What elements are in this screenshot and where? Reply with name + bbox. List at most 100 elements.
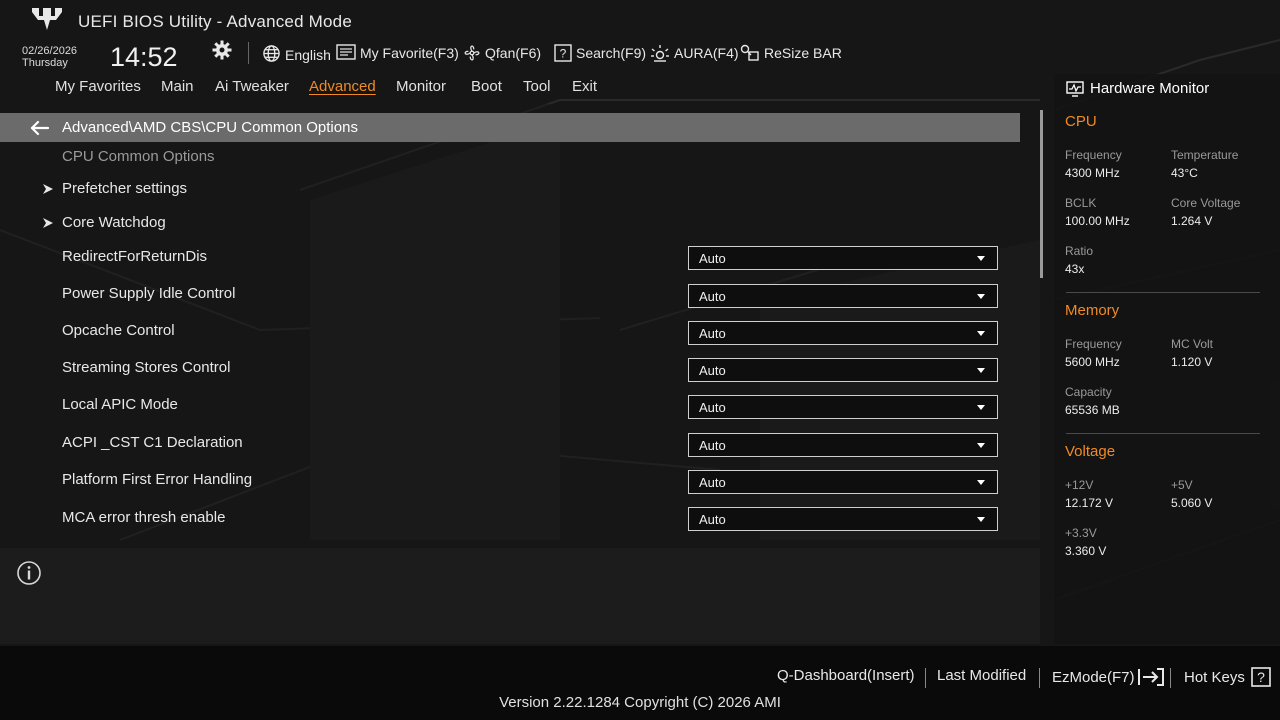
menu-tabs: My Favorites Main Ai Tweaker Advanced Mo… [0, 74, 1048, 102]
option-label: Local APIC Mode [62, 396, 178, 413]
hot-keys-button[interactable]: Hot Keys ? [1184, 667, 1271, 687]
tab-my-favorites[interactable]: My Favorites [55, 78, 141, 95]
aura-label: AURA(F4) [674, 45, 739, 61]
tab-tool[interactable]: Tool [523, 78, 551, 95]
language-button[interactable]: English [262, 42, 331, 64]
redirect-for-return-dis-select[interactable]: Auto [688, 246, 998, 270]
hot-keys-label: Hot Keys [1184, 668, 1245, 686]
power-supply-idle-control-select[interactable]: Auto [688, 284, 998, 308]
memory-frequency-value: 5600 MHz [1065, 355, 1120, 369]
scrollbar[interactable] [1040, 110, 1043, 278]
last-modified-button[interactable]: Last Modified [937, 667, 1026, 684]
submenu-prefetcher-settings[interactable]: Prefetcher settings [42, 180, 187, 197]
memory-frequency-label: Frequency [1065, 337, 1122, 351]
tab-exit[interactable]: Exit [572, 78, 597, 95]
section-divider [1066, 292, 1260, 293]
q-dashboard-button[interactable]: Q-Dashboard(Insert) [777, 667, 915, 684]
breadcrumb-bar[interactable]: Advanced\AMD CBS\CPU Common Options [0, 113, 1020, 142]
ratio-label: Ratio [1065, 244, 1094, 258]
select-value: Auto [699, 362, 726, 378]
help-question-icon: ? [1251, 667, 1271, 687]
cpu-heading: CPU [1065, 113, 1097, 130]
caret-down-icon [977, 294, 985, 299]
caret-down-icon [977, 443, 985, 448]
back-arrow-icon[interactable] [30, 120, 50, 136]
opcache-control-select[interactable]: Auto [688, 321, 998, 345]
resize-bar-icon [740, 44, 759, 61]
option-label: Platform First Error Handling [62, 471, 253, 488]
svg-text:?: ? [560, 47, 567, 61]
select-value: Auto [699, 325, 726, 341]
aura-light-icon [651, 45, 669, 62]
caret-down-icon [977, 368, 985, 373]
chevron-right-icon [43, 183, 53, 194]
option-label: Power Supply Idle Control [62, 285, 236, 302]
select-value: Auto [699, 399, 726, 415]
tab-boot[interactable]: Boot [471, 78, 502, 95]
v12-label: +12V [1065, 478, 1094, 492]
bottom-bar: Q-Dashboard(Insert) Last Modified EzMode… [0, 646, 1280, 720]
v33-label: +3.3V [1065, 526, 1097, 540]
breadcrumb: Advanced\AMD CBS\CPU Common Options [62, 119, 358, 136]
select-value: Auto [699, 437, 726, 453]
v33-value: 3.360 V [1065, 544, 1107, 558]
app-title: UEFI BIOS Utility - Advanced Mode [78, 12, 352, 31]
help-panel [0, 548, 1040, 644]
bclk-label: BCLK [1065, 196, 1097, 210]
submenu-label: Prefetcher settings [62, 180, 188, 197]
option-label: RedirectForReturnDis [62, 248, 208, 265]
search-button[interactable]: ? Search(F9) [554, 42, 646, 64]
local-apic-mode-select[interactable]: Auto [688, 395, 998, 419]
option-label: MCA error thresh enable [62, 509, 226, 526]
option-label: Streaming Stores Control [62, 359, 231, 376]
option-label: Opcache Control [62, 322, 175, 339]
option-label: ACPI _CST C1 Declaration [62, 434, 243, 451]
tab-advanced[interactable]: Advanced [309, 78, 376, 95]
core-voltage-value: 1.264 V [1171, 214, 1213, 228]
platform-first-error-handling-select[interactable]: Auto [688, 470, 998, 494]
qfan-button[interactable]: Qfan(F6) [463, 42, 541, 64]
submenu-core-watchdog[interactable]: Core Watchdog [42, 214, 166, 231]
ezmode-button[interactable]: EzMode(F7) [1052, 667, 1165, 687]
globe-icon [263, 44, 280, 62]
capacity-label: Capacity [1065, 385, 1112, 399]
caret-down-icon [977, 480, 985, 485]
v12-value: 12.172 V [1065, 496, 1114, 510]
mc-volt-value: 1.120 V [1171, 355, 1213, 369]
monitor-icon [1066, 80, 1084, 97]
hardware-monitor-title: Hardware Monitor [1090, 80, 1210, 97]
select-value: Auto [699, 511, 726, 527]
mc-volt-label: MC Volt [1171, 337, 1214, 351]
ezmode-label: EzMode(F7) [1052, 668, 1135, 686]
fan-icon [464, 45, 480, 61]
resize-bar-button[interactable]: ReSize BAR [740, 42, 842, 64]
resize-bar-label: ReSize BAR [764, 45, 842, 61]
v5-value: 5.060 V [1171, 496, 1213, 510]
tuf-logo-icon [32, 8, 62, 30]
cpu-frequency-value: 4300 MHz [1065, 166, 1120, 180]
gear-icon[interactable] [212, 40, 232, 60]
tab-main[interactable]: Main [161, 78, 194, 95]
date-display: 02/26/2026 [22, 45, 78, 57]
tab-monitor[interactable]: Monitor [396, 78, 446, 95]
bottom-divider [1039, 668, 1040, 688]
exit-arrow-icon [1137, 668, 1164, 686]
chevron-right-icon [43, 217, 53, 228]
top-bar: UEFI BIOS Utility - Advanced Mode 02/26/… [0, 0, 1280, 72]
select-value: Auto [699, 250, 726, 266]
capacity-value: 65536 MB [1065, 403, 1120, 417]
my-favorite-button[interactable]: My Favorite(F3) [336, 42, 459, 64]
version-text: Version 2.22.1284 Copyright (C) 2026 AMI [499, 694, 781, 711]
voltage-heading: Voltage [1065, 443, 1116, 460]
v5-label: +5V [1171, 478, 1193, 492]
tab-ai-tweaker[interactable]: Ai Tweaker [215, 78, 289, 95]
submenu-label: Core Watchdog [62, 214, 166, 231]
search-help-icon: ? [554, 44, 572, 62]
toolbar-divider [248, 42, 249, 64]
aura-button[interactable]: AURA(F4) [650, 42, 739, 64]
acpi-cst-c1-declaration-select[interactable]: Auto [688, 433, 998, 457]
cpu-temperature-value: 43°C [1171, 166, 1198, 180]
mca-error-thresh-enable-select[interactable]: Auto [688, 507, 998, 531]
streaming-stores-control-select[interactable]: Auto [688, 358, 998, 382]
section-divider [1066, 433, 1260, 434]
